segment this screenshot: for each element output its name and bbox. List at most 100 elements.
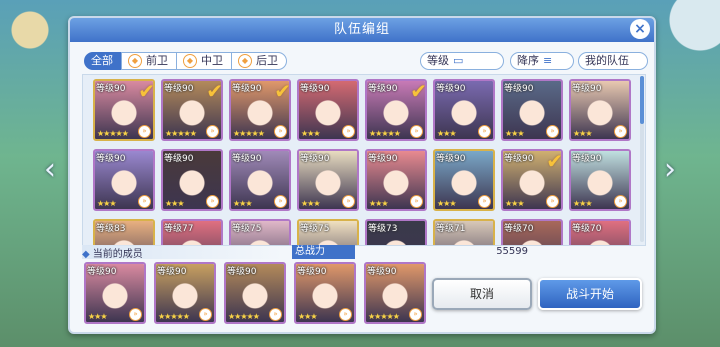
detail-icon[interactable]: » bbox=[339, 308, 352, 321]
battle-start-button[interactable]: 战斗开始 bbox=[538, 278, 642, 310]
star-rating: ★★★★★ bbox=[368, 312, 400, 321]
role-filter-tabs: 全部 ◆ 前卫 ◆ 中卫 ◆ 后卫 bbox=[84, 52, 287, 70]
member-card[interactable]: 等级90 ★★★★★ » bbox=[154, 262, 216, 324]
level-label: 等级90 bbox=[164, 84, 194, 94]
roster-card[interactable]: 等级73 bbox=[365, 219, 427, 245]
star-rating: ★★★★★ bbox=[158, 312, 190, 321]
scroll-thumb[interactable] bbox=[640, 76, 644, 124]
level-label: 等级70 bbox=[572, 224, 602, 234]
member-card[interactable]: 等级90 ★★★★★ » bbox=[364, 262, 426, 324]
star-rating: ★★★ bbox=[437, 199, 456, 208]
level-label: 等级71 bbox=[436, 224, 466, 234]
roster-card[interactable]: 等级83 bbox=[93, 219, 155, 245]
selected-check-icon: ✔ bbox=[206, 79, 223, 103]
member-card[interactable]: 等级90 ★★★★★ » bbox=[224, 262, 286, 324]
selected-check-icon: ✔ bbox=[274, 79, 291, 103]
sort-toggle-icon: ▭ bbox=[453, 54, 464, 67]
detail-icon[interactable]: » bbox=[614, 195, 627, 208]
detail-icon[interactable]: » bbox=[138, 195, 151, 208]
roster-card[interactable]: 等级90 ★★★ » bbox=[433, 149, 495, 211]
roster-card[interactable]: 等级90 ★★★★★ » ✔ bbox=[93, 79, 155, 141]
my-team-label: 我的队伍 bbox=[585, 54, 629, 67]
level-label: 等级90 bbox=[232, 84, 262, 94]
level-label: 等级90 bbox=[157, 267, 187, 277]
roster-card[interactable]: 等级77 bbox=[161, 219, 223, 245]
tab-mid-label: 中卫 bbox=[201, 54, 223, 67]
detail-icon[interactable]: » bbox=[206, 125, 219, 138]
detail-icon[interactable]: » bbox=[138, 125, 151, 138]
order-button[interactable]: 降序 ≡ bbox=[510, 52, 574, 70]
diamond-icon: ◆ bbox=[82, 249, 90, 260]
level-label: 等级90 bbox=[300, 84, 330, 94]
detail-icon[interactable]: » bbox=[274, 125, 287, 138]
member-card[interactable]: 等级90 ★★★ » bbox=[84, 262, 146, 324]
roster-card[interactable]: 等级90 ★★★ » bbox=[501, 79, 563, 141]
roster-card[interactable]: 等级70 bbox=[501, 219, 563, 245]
detail-icon[interactable]: » bbox=[342, 195, 355, 208]
roster-card[interactable]: 等级90 ★★★ » ✔ bbox=[501, 149, 563, 211]
level-label: 等级73 bbox=[368, 224, 398, 234]
tab-back[interactable]: ◆ 后卫 bbox=[231, 52, 287, 70]
roster-card[interactable]: 等级70 bbox=[569, 219, 631, 245]
roster-card[interactable]: 等级90 ★★★★★ » ✔ bbox=[161, 79, 223, 141]
cancel-button[interactable]: 取消 bbox=[432, 278, 532, 310]
tab-all[interactable]: 全部 bbox=[84, 52, 122, 70]
dialog-title: 队伍编组 bbox=[70, 18, 654, 42]
roster-card[interactable]: 等级90 ★★★ » bbox=[297, 79, 359, 141]
detail-icon[interactable]: » bbox=[274, 195, 287, 208]
roster-card[interactable]: 等级71 bbox=[433, 219, 495, 245]
roster-card[interactable]: 等级90 ★★★ » bbox=[229, 149, 291, 211]
sort-level-label: 等级 bbox=[427, 54, 449, 67]
close-icon[interactable]: × bbox=[630, 19, 650, 39]
roster-card[interactable]: 等级90 ★★★ » bbox=[297, 149, 359, 211]
star-rating: ★★★ bbox=[505, 129, 524, 138]
roster-card[interactable]: 等级90 ★★★ » bbox=[161, 149, 223, 211]
detail-icon[interactable]: » bbox=[546, 125, 559, 138]
detail-icon[interactable]: » bbox=[269, 308, 282, 321]
roster-card[interactable]: 等级90 ★★★ » bbox=[433, 79, 495, 141]
detail-icon[interactable]: » bbox=[614, 125, 627, 138]
selected-check-icon: ✔ bbox=[410, 79, 427, 103]
detail-icon[interactable]: » bbox=[342, 125, 355, 138]
detail-icon[interactable]: » bbox=[546, 195, 559, 208]
current-members-header: ◆ 当前的成员 bbox=[82, 245, 282, 260]
level-label: 等级75 bbox=[300, 224, 330, 234]
detail-icon[interactable]: » bbox=[409, 308, 422, 321]
tab-front[interactable]: ◆ 前卫 bbox=[121, 52, 177, 70]
level-label: 等级90 bbox=[96, 84, 126, 94]
roster-card[interactable]: 等级75 bbox=[229, 219, 291, 245]
detail-icon[interactable]: » bbox=[410, 125, 423, 138]
level-label: 等级90 bbox=[164, 154, 194, 164]
level-label: 等级90 bbox=[368, 84, 398, 94]
roster-card[interactable]: 等级75 bbox=[297, 219, 359, 245]
roster-card[interactable]: 等级90 ★★★ » bbox=[93, 149, 155, 211]
level-label: 等级90 bbox=[504, 84, 534, 94]
next-arrow-icon[interactable]: › bbox=[660, 150, 680, 190]
roster-card[interactable]: 等级90 ★★★★★ » ✔ bbox=[229, 79, 291, 141]
total-power-label: 总战力 bbox=[292, 245, 355, 259]
star-rating: ★★★ bbox=[573, 199, 592, 208]
level-label: 等级90 bbox=[232, 154, 262, 164]
roster-card[interactable]: 等级90 ★★★ » bbox=[569, 149, 631, 211]
mid-icon: ◆ bbox=[183, 54, 197, 68]
roster-card[interactable]: 等级90 ★★★★★ » ✔ bbox=[365, 79, 427, 141]
detail-icon[interactable]: » bbox=[478, 195, 491, 208]
detail-icon[interactable]: » bbox=[206, 195, 219, 208]
detail-icon[interactable]: » bbox=[478, 125, 491, 138]
detail-icon[interactable]: » bbox=[129, 308, 142, 321]
sort-level-button[interactable]: 等级 ▭ bbox=[420, 52, 504, 70]
level-label: 等级90 bbox=[572, 84, 602, 94]
roster-card[interactable]: 等级90 ★★★ » bbox=[365, 149, 427, 211]
detail-icon[interactable]: » bbox=[199, 308, 212, 321]
detail-icon[interactable]: » bbox=[410, 195, 423, 208]
my-team-button[interactable]: 我的队伍 bbox=[578, 52, 648, 70]
star-rating: ★★★★★ bbox=[228, 312, 260, 321]
star-rating: ★★★ bbox=[301, 129, 320, 138]
member-card[interactable]: 等级90 ★★★ » bbox=[294, 262, 356, 324]
selected-check-icon: ✔ bbox=[138, 79, 155, 103]
star-rating: ★★★ bbox=[573, 129, 592, 138]
roster-scrollbar[interactable] bbox=[640, 76, 644, 242]
tab-mid[interactable]: ◆ 中卫 bbox=[176, 52, 232, 70]
prev-arrow-icon[interactable]: ‹ bbox=[40, 150, 60, 190]
roster-card[interactable]: 等级90 ★★★ » bbox=[569, 79, 631, 141]
